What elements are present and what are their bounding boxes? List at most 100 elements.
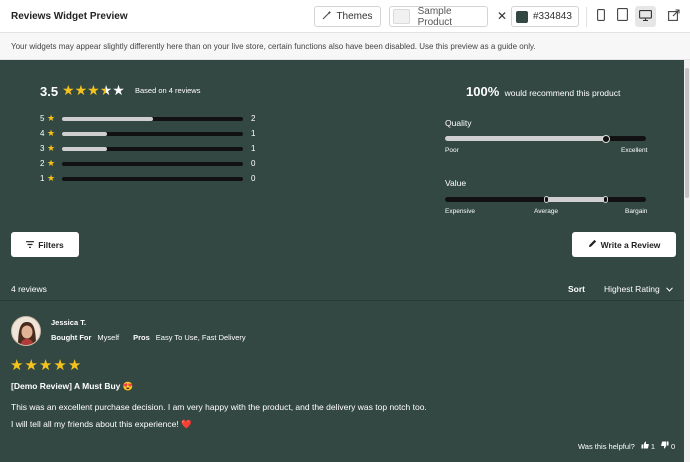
star-icon: ★	[47, 128, 56, 138]
thumbs-up-icon	[641, 441, 649, 451]
filter-icon	[26, 240, 35, 250]
themes-label: Themes	[336, 11, 373, 22]
sort-label: Sort	[568, 284, 585, 294]
recommend-summary: 100% would recommend this product	[466, 84, 620, 99]
pencil-icon	[588, 239, 597, 250]
distribution-bar	[62, 132, 243, 136]
distribution-count: 1	[251, 129, 256, 138]
vote-down-button[interactable]: 0	[661, 441, 675, 451]
preview-notice: Your widgets may appear slightly differe…	[0, 33, 690, 60]
close-icon[interactable]: ✕	[497, 9, 507, 23]
product-label: Sample Product	[417, 5, 453, 28]
star-icon: ★	[53, 357, 67, 374]
value-low-label: Expensive	[445, 208, 475, 215]
average-rating: 3.5	[40, 84, 59, 99]
toolbar-divider	[586, 7, 587, 27]
star-icon: ★	[24, 357, 38, 374]
preview-toolbar: Reviews Widget Preview Themes Sample Pro…	[0, 0, 690, 33]
review-title: [Demo Review] A Must Buy 😍	[11, 381, 134, 391]
value-high-label: Bargain	[625, 208, 648, 215]
value-mid-label: Average	[534, 208, 559, 215]
tablet-view-button[interactable]	[612, 6, 633, 27]
vote-up-button[interactable]: 1	[641, 441, 655, 451]
down-count: 0	[671, 441, 676, 451]
bought-for-value: Myself	[97, 333, 120, 342]
review-stars: ★ ★ ★ ★ ★	[10, 358, 81, 373]
color-value: #334843	[533, 11, 572, 22]
collapse-button[interactable]	[663, 6, 684, 27]
up-count: 1	[650, 441, 656, 451]
themes-button[interactable]: Themes	[314, 6, 381, 27]
filters-button[interactable]: Filters	[11, 232, 79, 257]
distribution-row[interactable]: 1 ★ 0	[40, 173, 260, 184]
based-on-label: Based on 4 reviews	[135, 86, 201, 95]
pros-value: Easy To Use, Fast Delivery	[155, 333, 246, 342]
distribution-star-label: 4	[40, 129, 45, 138]
mobile-icon	[596, 8, 605, 26]
review-meta: Bought For Myself Pros Easy To Use, Fast…	[51, 333, 246, 342]
magic-wand-icon	[322, 10, 332, 23]
sort-value: Highest Rating	[604, 284, 660, 294]
value-marker-high	[602, 196, 608, 203]
thumbs-down-icon	[661, 441, 669, 451]
desktop-view-button[interactable]	[635, 6, 656, 27]
mobile-view-button[interactable]	[590, 6, 611, 27]
distribution-count: 2	[251, 114, 256, 123]
star-icon: ★	[47, 173, 56, 183]
distribution-bar	[62, 147, 243, 151]
sample-product-selector[interactable]: Sample Product	[389, 5, 488, 28]
distribution-star-label: 5	[40, 114, 45, 123]
distribution-star-label: 3	[40, 144, 45, 153]
distribution-star-label: 2	[40, 159, 45, 168]
quality-fill	[445, 136, 606, 141]
star-icon: ★	[74, 82, 88, 98]
value-fill	[545, 197, 606, 202]
distribution-row[interactable]: 3 ★ 1	[40, 143, 260, 154]
toolbar-title: Reviews Widget Preview	[11, 11, 128, 22]
value-bar	[445, 196, 646, 203]
helpful-votes: Was this helpful? 1 0	[578, 441, 675, 451]
distribution-bar	[62, 117, 243, 121]
bought-for-key: Bought For	[51, 333, 92, 342]
scrollbar-thumb[interactable]	[685, 68, 689, 198]
quality-marker	[602, 135, 609, 142]
quality-title: Quality	[445, 118, 472, 128]
tablet-icon	[617, 7, 628, 26]
distribution-row[interactable]: 2 ★ 0	[40, 158, 260, 169]
distribution-row[interactable]: 5 ★ 2	[40, 113, 260, 124]
review-body-second: I will tell all my friends about this ex…	[11, 419, 192, 429]
star-icon: ★	[38, 357, 53, 374]
chevron-down-icon	[665, 284, 673, 294]
value-marker-low	[543, 196, 549, 203]
half-star-icon: ★	[99, 82, 113, 98]
distribution-fill	[62, 132, 108, 136]
distribution-row[interactable]: 4 ★ 1	[40, 128, 260, 139]
scrollbar[interactable]	[684, 60, 690, 462]
distribution-fill	[62, 117, 153, 121]
desktop-icon	[639, 8, 652, 26]
product-thumbnail	[393, 9, 410, 24]
distribution-count: 1	[251, 144, 256, 153]
color-swatch	[516, 10, 528, 23]
divider	[0, 300, 684, 301]
distribution-fill	[62, 147, 108, 151]
reviews-widget-preview: 3.5 ★ ★ ★ ★ ★ Based on 4 reviews 5 ★ 2 4 ★ 1 3…	[0, 60, 684, 462]
distribution-bar	[62, 177, 243, 181]
star-icon: ★	[10, 357, 24, 374]
star-icon: ★	[62, 82, 75, 98]
reviews-count: 4 reviews	[11, 284, 47, 294]
reviewer-name: Jessica T.	[51, 318, 87, 327]
avatar	[11, 316, 41, 346]
write-review-button[interactable]: Write a Review	[572, 232, 676, 257]
distribution-bar	[62, 162, 243, 166]
recommend-percent: 100%	[466, 84, 500, 99]
color-picker[interactable]: #334843	[511, 6, 579, 27]
star-icon: ★	[47, 143, 56, 153]
value-title: Value	[445, 178, 467, 188]
sort-dropdown[interactable]: Highest Rating	[604, 284, 673, 294]
empty-star-icon: ★	[112, 82, 125, 98]
star-icon: ★	[47, 158, 56, 168]
helpful-label: Was this helpful?	[578, 441, 635, 451]
write-review-label: Write a Review	[600, 239, 661, 250]
quality-low-label: Poor	[445, 147, 459, 154]
